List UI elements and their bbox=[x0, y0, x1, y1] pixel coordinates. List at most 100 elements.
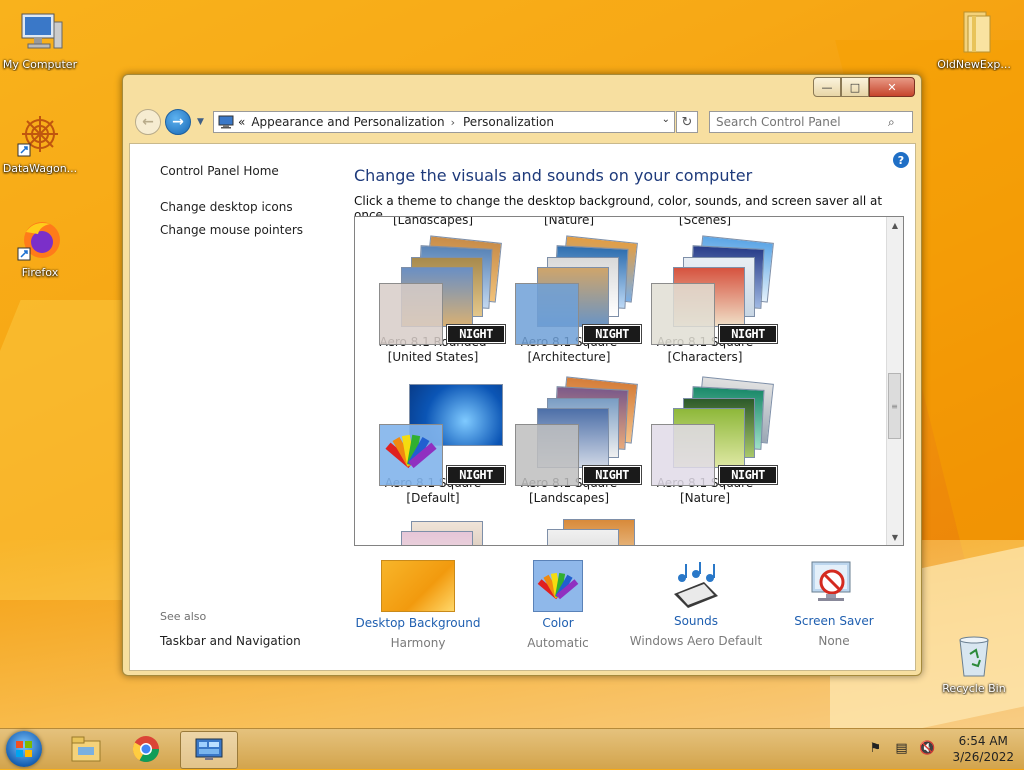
back-button[interactable]: ← bbox=[135, 109, 161, 135]
link-taskbar-and-navigation[interactable]: Taskbar and Navigation bbox=[160, 634, 301, 648]
screen-saver-icon bbox=[798, 560, 870, 610]
setting-label[interactable]: Sounds bbox=[626, 614, 766, 628]
action-center-flag-icon[interactable]: ⚑ bbox=[866, 741, 884, 757]
address-history-dropdown[interactable]: ⌄ bbox=[662, 114, 670, 125]
sounds-setting[interactable]: Sounds Windows Aero Default bbox=[626, 560, 766, 648]
title-bar[interactable]: — □ ✕ bbox=[123, 75, 921, 103]
setting-value: None bbox=[818, 634, 850, 648]
desktop-icon-label: OldNewExp... bbox=[937, 58, 1011, 71]
desktop-background-thumbnail bbox=[381, 560, 455, 612]
taskbar-chrome[interactable] bbox=[118, 731, 174, 767]
theme-aero-square-nature[interactable]: NIGHT Aero 8.1 Square [Nature] bbox=[637, 372, 777, 506]
system-tray: ⚑ ▤ 🔇 6:54 AM 3/26/2022 bbox=[866, 733, 1014, 765]
taskbar-control-panel[interactable] bbox=[180, 731, 238, 769]
chevron-down-icon: ▼ bbox=[197, 117, 204, 127]
breadcrumb-personalization[interactable]: Personalization bbox=[463, 115, 554, 129]
setting-value: Harmony bbox=[390, 636, 446, 650]
theme-aero-square-architecture[interactable]: NIGHT Aero 8.1 Square [Architecture] bbox=[501, 231, 641, 365]
theme-variant: [Nature] bbox=[679, 491, 731, 505]
link-control-panel-home[interactable]: Control Panel Home bbox=[160, 164, 279, 178]
taskbar: ⚑ ▤ 🔇 6:54 AM 3/26/2022 bbox=[0, 728, 1024, 769]
chevron-up-icon: ▲ bbox=[891, 220, 899, 230]
theme-variant: [Characters] bbox=[667, 350, 743, 364]
setting-label[interactable]: Screen Saver bbox=[764, 614, 904, 628]
theme-aero-square-characters[interactable]: NIGHT Aero 8.1 Square [Characters] bbox=[637, 231, 777, 365]
refresh-button[interactable]: ↻ bbox=[676, 111, 698, 133]
desktop-icon-datawagon[interactable]: DataWagon... bbox=[0, 112, 80, 175]
breadcrumb-overflow[interactable]: « bbox=[238, 115, 245, 129]
desktop-icon-recycle-bin[interactable]: Recycle Bin bbox=[934, 632, 1014, 695]
forward-button[interactable]: → bbox=[165, 109, 191, 135]
screen-saver-setting[interactable]: Screen Saver None bbox=[764, 560, 904, 648]
control-panel-icon bbox=[218, 115, 234, 129]
desktop-icon-label: DataWagon... bbox=[2, 162, 78, 175]
close-button[interactable]: ✕ bbox=[869, 77, 915, 97]
theme-variant: [United States] bbox=[387, 350, 479, 364]
color-palette-icon bbox=[533, 560, 583, 612]
sounds-icon bbox=[660, 560, 732, 610]
link-change-mouse-pointers[interactable]: Change mouse pointers bbox=[160, 223, 303, 237]
start-button[interactable] bbox=[6, 731, 42, 767]
file-explorer-icon bbox=[71, 736, 101, 762]
scroll-thumb[interactable]: ≡ bbox=[888, 373, 901, 439]
clock[interactable]: 6:54 AM 3/26/2022 bbox=[952, 733, 1014, 765]
theme-label-partial[interactable]: [Scenes] bbox=[637, 217, 773, 227]
night-badge: NIGHT bbox=[447, 325, 505, 343]
arrow-right-icon: → bbox=[172, 114, 184, 130]
desktop-background-setting[interactable]: Desktop Background Harmony bbox=[348, 560, 488, 650]
link-change-desktop-icons[interactable]: Change desktop icons bbox=[160, 200, 293, 214]
setting-label[interactable]: Desktop Background bbox=[348, 616, 488, 630]
night-badge: NIGHT bbox=[719, 325, 777, 343]
maximize-button[interactable]: □ bbox=[841, 77, 869, 97]
search-input[interactable] bbox=[714, 114, 888, 130]
theme-scrollbar[interactable]: ▲ ≡ ▼ bbox=[886, 217, 903, 545]
minimize-button[interactable]: — bbox=[813, 77, 841, 97]
desktop-icon-my-computer[interactable]: My Computer bbox=[0, 8, 80, 71]
night-badge: NIGHT bbox=[583, 325, 641, 343]
navigation-bar: ← → ▼ « Appearance and Personalization ›… bbox=[123, 103, 921, 137]
theme-variant: [Architecture] bbox=[527, 350, 611, 364]
desktop-icon-oldnewexplorer[interactable]: OldNewExp... bbox=[934, 8, 1014, 71]
theme-label-partial[interactable]: [Nature] bbox=[501, 217, 637, 227]
left-pane: Control Panel Home Change desktop icons … bbox=[130, 144, 340, 670]
theme-partial[interactable] bbox=[501, 513, 637, 545]
breadcrumb-appearance[interactable]: Appearance and Personalization bbox=[251, 115, 444, 129]
chevron-down-icon: ▼ bbox=[891, 532, 899, 542]
see-also-heading: See also bbox=[160, 610, 207, 623]
address-bar[interactable]: « Appearance and Personalization › Perso… bbox=[213, 111, 675, 133]
folder-icon bbox=[950, 8, 998, 56]
computer-icon bbox=[16, 8, 64, 56]
recycle-bin-icon bbox=[950, 632, 998, 680]
night-badge: NIGHT bbox=[447, 466, 505, 484]
scroll-up-button[interactable]: ▲ bbox=[887, 217, 903, 233]
theme-settings-row: Desktop Background Harmony Color Automat… bbox=[354, 560, 914, 660]
setting-label[interactable]: Color bbox=[488, 616, 628, 630]
grip-icon: ≡ bbox=[891, 401, 898, 411]
volume-muted-icon[interactable]: 🔇 bbox=[918, 741, 936, 757]
control-panel-icon bbox=[195, 738, 223, 760]
desktop-icon-firefox[interactable]: Firefox bbox=[0, 216, 80, 279]
help-button[interactable]: ? bbox=[893, 152, 909, 168]
search-icon[interactable]: ⌕ bbox=[888, 115, 895, 130]
theme-aero-rounded-united-states[interactable]: NIGHT Aero 8.1 Rounded [United States] bbox=[365, 231, 505, 365]
chevron-down-icon: ⌄ bbox=[661, 114, 670, 125]
breadcrumb-separator[interactable]: › bbox=[451, 116, 455, 129]
personalization-window: — □ ✕ ← → ▼ « Appearance and Personaliza… bbox=[122, 74, 922, 676]
color-setting[interactable]: Color Automatic bbox=[488, 560, 628, 650]
recent-pages-dropdown[interactable]: ▼ bbox=[197, 117, 204, 127]
theme-label-partial[interactable]: [Landscapes] bbox=[365, 217, 501, 227]
scroll-down-button[interactable]: ▼ bbox=[887, 529, 903, 545]
theme-partial[interactable] bbox=[365, 513, 501, 545]
theme-aero-square-landscapes[interactable]: NIGHT Aero 8.1 Square [Landscapes] bbox=[501, 372, 641, 506]
night-badge: NIGHT bbox=[719, 466, 777, 484]
content-area: Control Panel Home Change desktop icons … bbox=[129, 143, 916, 671]
desktop-icon-label: Firefox bbox=[21, 266, 59, 279]
search-box: ⌕ bbox=[709, 111, 913, 133]
clock-time: 6:54 AM bbox=[958, 734, 1008, 748]
theme-aero-square-default[interactable]: NIGHT Aero 8.1 Square [Default] bbox=[365, 372, 505, 506]
taskbar-file-explorer[interactable] bbox=[58, 731, 114, 767]
theme-variant: [Default] bbox=[406, 491, 460, 505]
network-icon[interactable]: ▤ bbox=[892, 741, 910, 757]
page-title: Change the visuals and sounds on your co… bbox=[354, 166, 753, 185]
windows-logo-icon bbox=[16, 741, 32, 757]
